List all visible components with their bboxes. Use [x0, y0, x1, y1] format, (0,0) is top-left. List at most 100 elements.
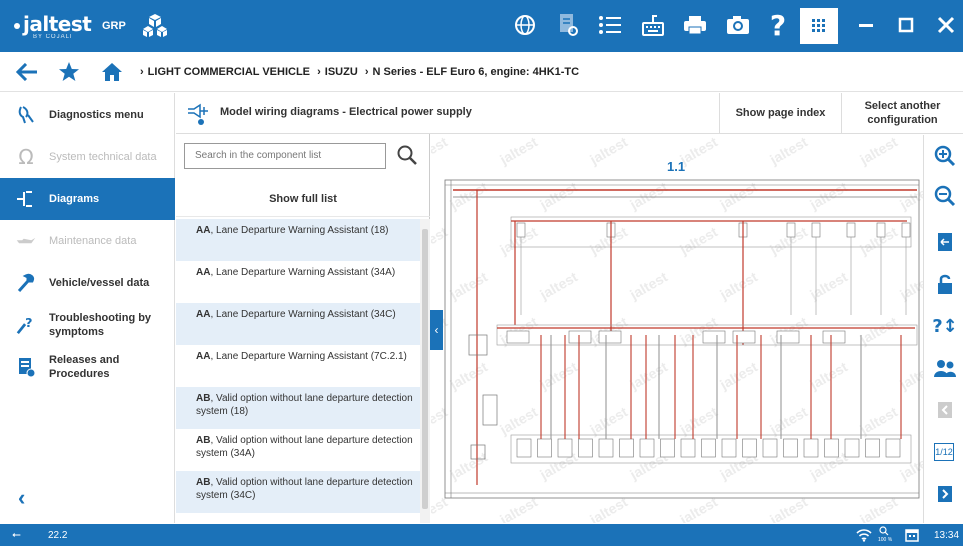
component-list-panel: Search in the component list Show full l…	[176, 134, 430, 523]
relay-symbol	[776, 330, 800, 344]
watermark-text: jaltest	[806, 178, 850, 213]
sidebar-item-releases[interactable]: Releases and Procedures	[0, 346, 175, 388]
home-icon[interactable]	[97, 58, 127, 86]
fuse-symbol	[557, 438, 573, 458]
back-arrow-icon[interactable]	[12, 58, 42, 86]
help-icon[interactable]: ?	[763, 9, 793, 42]
component-search-input[interactable]: Search in the component list	[184, 143, 386, 169]
sidebar-item-diagnostics-menu[interactable]: Diagnostics menu	[0, 94, 175, 136]
relay-symbol	[568, 330, 592, 344]
calendar-icon	[905, 528, 919, 545]
favorites-star-icon[interactable]	[54, 58, 84, 86]
scroll-thumb[interactable]	[422, 229, 428, 509]
module-label: GRP	[102, 20, 126, 32]
document-header: Model wiring diagrams - Electrical power…	[176, 93, 963, 134]
sidebar-item-maintenance-data[interactable]: Maintenance data	[0, 220, 175, 262]
collapse-list-chevron-icon[interactable]: ‹	[430, 310, 443, 350]
fuse-symbol	[516, 222, 526, 238]
watermark-text: jaltest	[626, 178, 670, 213]
watermark-text: jaltest	[856, 403, 900, 438]
camera-icon[interactable]	[723, 10, 753, 40]
fuse-symbol	[660, 438, 675, 458]
book-icon	[16, 357, 36, 378]
sidebar-item-diagrams[interactable]: Diagrams	[0, 178, 175, 220]
component-list: AA, Lane Departure Warning Assistant (18…	[176, 219, 420, 523]
collapse-sidebar-chevron-icon[interactable]: ‹	[18, 485, 25, 511]
show-page-index-button[interactable]: Show page index	[719, 93, 841, 133]
keyboard-icon[interactable]	[638, 10, 668, 40]
zoom-level: 100 %	[878, 537, 893, 543]
list-item[interactable]: AA, Lane Departure Warning Assistant (7C…	[176, 345, 420, 387]
search-icon[interactable]	[396, 144, 418, 171]
zoom-in-icon[interactable]	[932, 143, 958, 169]
breadcrumb-item[interactable]: LIGHT COMMERCIAL VEHICLE	[148, 66, 310, 78]
page-indicator[interactable]: 1/12	[934, 443, 954, 461]
sidebar-item-label: System technical data	[49, 151, 157, 163]
fuse-symbol	[824, 438, 839, 458]
fuse-symbol	[783, 438, 798, 458]
globe-icon[interactable]	[510, 10, 540, 40]
fuse-symbol	[786, 222, 796, 238]
fuse-symbol	[516, 438, 532, 458]
diagram-tools: ?↕ 1/12	[923, 135, 963, 523]
list-item[interactable]: AA, Lane Departure Warning Assistant (34…	[176, 261, 420, 303]
select-configuration-button[interactable]: Select another configuration	[841, 93, 963, 133]
wrench-icon	[16, 273, 36, 293]
watermark-text: jaltest	[431, 135, 451, 168]
watermark-text: jaltest	[716, 268, 760, 303]
list-item[interactable]: AB, Valid option without lane departure …	[176, 471, 420, 513]
zoom-out-icon[interactable]	[932, 183, 958, 209]
maximize-icon[interactable]	[891, 10, 921, 40]
next-page-icon[interactable]	[932, 481, 958, 507]
troubleshoot-icon: ?	[16, 315, 36, 335]
fuse-symbol	[742, 438, 757, 458]
grid-menu-button[interactable]	[800, 8, 838, 44]
list-item[interactable]: AA, Lane Departure Warning Assistant (18…	[176, 219, 420, 261]
show-full-list-button[interactable]: Show full list	[176, 181, 430, 217]
sidebar-item-label: Vehicle/vessel data	[49, 277, 150, 289]
omega-icon: Ω	[18, 145, 34, 169]
sidebar-item-system-technical-data[interactable]: Ω System technical data	[0, 136, 175, 178]
printer-icon[interactable]	[680, 10, 710, 40]
fuse-symbol	[598, 438, 614, 458]
watermark-text: jaltest	[676, 403, 720, 438]
list-item[interactable]: AB, Valid option without lane departure …	[176, 387, 420, 429]
watermark-text: jaltest	[676, 223, 720, 258]
list-scrollbar[interactable]	[420, 219, 430, 523]
navigation-bar: › LIGHT COMMERCIAL VEHICLE › ISUZU › N Seri…	[0, 52, 963, 92]
breadcrumb-item[interactable]: ISUZU	[325, 66, 358, 78]
watermark-text: jaltest	[766, 135, 810, 168]
oil-can-icon	[16, 231, 36, 251]
help-sort-icon[interactable]: ?↕	[932, 313, 958, 339]
window-controls	[843, 0, 963, 52]
fuse-symbol	[876, 222, 886, 238]
watermark-text: jaltest	[806, 268, 850, 303]
minimize-icon[interactable]	[851, 10, 881, 40]
document-search-icon[interactable]	[553, 10, 583, 40]
sidebar-item-troubleshooting[interactable]: ? Troubleshooting by symptoms	[0, 304, 175, 346]
fuse-symbol	[578, 438, 593, 458]
list-item[interactable]: AB, Valid option without lane departure …	[176, 429, 420, 471]
list-icon[interactable]	[595, 10, 625, 40]
watermark-text: jaltest	[806, 358, 850, 393]
usb-icon: ⭠	[12, 529, 21, 541]
diagram-page-label: 1.1	[667, 159, 685, 174]
jaltest-logo: jaltest	[14, 12, 92, 36]
fuse-symbol	[811, 222, 821, 238]
watermark-text: jaltest	[496, 403, 540, 438]
fit-page-icon[interactable]	[932, 229, 958, 255]
close-icon[interactable]	[931, 10, 961, 40]
wiring-diagram-viewer[interactable]: jaltest jaltest jaltest jaltest jaltest jalte…	[431, 135, 923, 523]
previous-page-icon[interactable]	[932, 397, 958, 423]
sidebar-item-label: Maintenance data	[49, 235, 137, 247]
page-title: Model wiring diagrams - Electrical power…	[220, 106, 472, 118]
grid-icon	[812, 19, 825, 32]
sidebar-item-vehicle-data[interactable]: Vehicle/vessel data	[0, 262, 175, 304]
unlock-icon[interactable]	[932, 271, 958, 297]
breadcrumb-item[interactable]: N Series - ELF Euro 6, engine: 4HK1-TC	[373, 66, 580, 78]
fuse-symbol	[639, 438, 655, 458]
list-item[interactable]: AA, Lane Departure Warning Assistant (34…	[176, 303, 420, 345]
users-icon[interactable]	[932, 355, 958, 381]
relay-symbol	[732, 330, 756, 344]
fuse-symbol	[803, 438, 819, 458]
